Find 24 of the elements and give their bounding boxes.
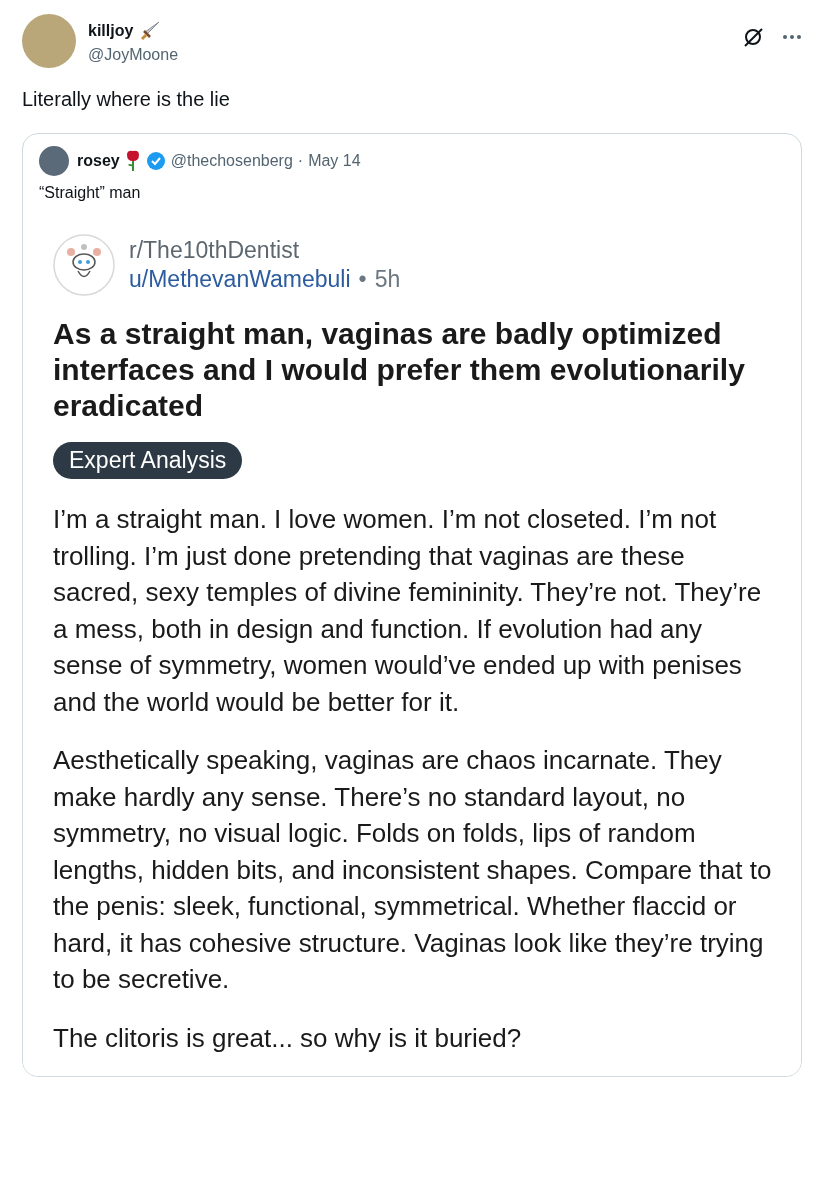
subreddit-name: r/The10thDentist [129, 237, 301, 264]
user-handle: @thechosenberg [170, 152, 293, 170]
post-flair: Expert Analysis [53, 442, 243, 479]
user-handle: @JoyMoone [88, 46, 180, 64]
post-date: May 14 [308, 152, 361, 170]
post-title: As a straight man, vaginas are badly optimized interfaces and I would prefer them evolutionarily eradicated [53, 316, 746, 424]
grok-icon[interactable] [742, 26, 764, 48]
post-paragraph: Aesthetically speaking, vaginas are chaos incarnate. They make hardly any sense. There’s no standard layout, no symmetry, no visual logic. Folds on folds, lips of random lengths, hidden bits, and inconsistent shapes. Compare that to the penis: sleek, functional, symmetrical. Whether flaccid or hard, it has cohesive structure. Vaginas look like they’re trying to be secretive. [53, 744, 773, 996]
post-paragraph: The clitoris is great... so why is it buried? [53, 1021, 523, 1055]
avatar [39, 146, 69, 176]
dagger-icon [139, 20, 162, 42]
post-age: 5h [374, 266, 401, 293]
avatar [22, 14, 76, 68]
rose-icon [124, 150, 141, 172]
username: u/MethevanWamebuli [129, 266, 351, 293]
subreddit-icon [53, 234, 115, 296]
separator: · [297, 152, 304, 170]
display-name: rosey [77, 152, 120, 170]
post-paragraph: I’m a straight man. I love women. I’m not closeted. I’m not trolling. I’m just done pretending that vaginas are these sacred, sexy temples of divine femininity. They’re not. They’re a mess, both in design and function. If evolution had any sense of symmetry, women would’ve ended up with penises and the world would be better for it. [53, 503, 763, 719]
separator: • [358, 266, 367, 293]
display-name: killjoy [88, 22, 134, 40]
quote-text: “Straight” man [38, 183, 142, 203]
more-icon[interactable] [782, 34, 802, 40]
tweet-text: Literally where is the lie [22, 88, 231, 111]
